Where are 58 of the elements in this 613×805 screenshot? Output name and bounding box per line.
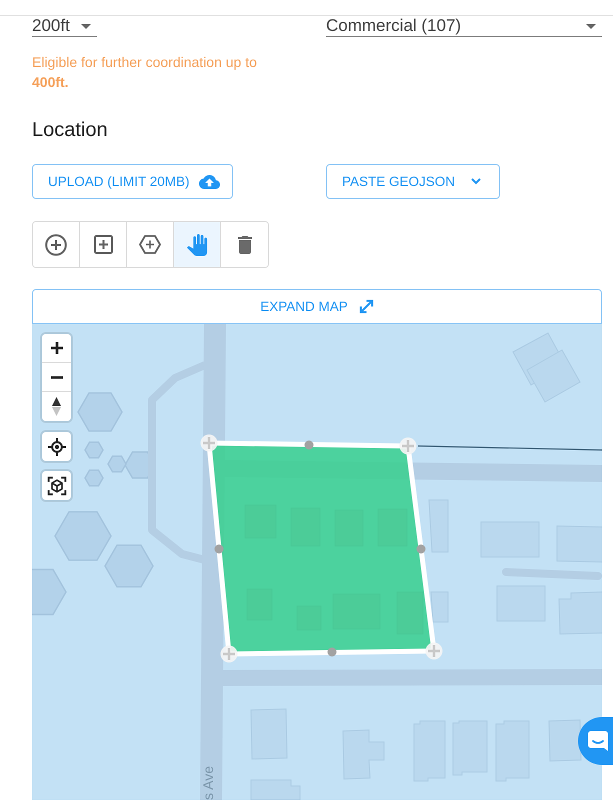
hexagon-tile xyxy=(77,392,123,432)
building-outline xyxy=(342,729,384,780)
drawn-area-polygon[interactable] xyxy=(206,440,436,656)
cube-icon xyxy=(46,476,66,496)
vertex-handle[interactable] xyxy=(400,438,416,454)
midpoint-handle[interactable] xyxy=(214,544,224,554)
pan-tool-button[interactable] xyxy=(174,222,221,267)
locate-icon xyxy=(48,438,66,456)
building-outline xyxy=(480,522,540,558)
building-outline xyxy=(496,720,530,782)
building-outline xyxy=(250,780,300,800)
building-outline xyxy=(430,592,448,622)
vertex-handle[interactable] xyxy=(426,642,442,660)
vertex-handle[interactable] xyxy=(220,646,238,662)
midpoint-handle[interactable] xyxy=(416,544,426,554)
building-outline xyxy=(250,708,288,760)
hand-icon xyxy=(186,232,208,256)
chevron-down-icon xyxy=(471,178,482,185)
point-tool-button[interactable] xyxy=(33,222,80,267)
dropdown-select[interactable]: Commercial (107) xyxy=(326,16,602,37)
trash-icon xyxy=(238,236,252,254)
eligibility-note: Eligible for further coordination up to 400ft. xyxy=(32,53,258,92)
compass-icon xyxy=(52,397,61,416)
paste-geojson-button[interactable]: PASTE GEOJSON xyxy=(326,164,500,199)
hexagon-tile xyxy=(54,511,112,561)
building-outline xyxy=(526,349,581,403)
vertex-handle[interactable] xyxy=(200,434,218,452)
hexagon-tile xyxy=(107,456,127,472)
expand-map-button[interactable]: EXPAND MAP xyxy=(32,289,602,324)
hexagon-tile xyxy=(84,442,104,458)
hexagon-tile xyxy=(32,568,67,616)
midpoint-handle[interactable] xyxy=(328,648,336,656)
dropdown-select[interactable]: 200ft xyxy=(32,16,97,37)
building-outline xyxy=(428,500,448,552)
minus-icon xyxy=(50,376,62,378)
building-outline xyxy=(548,719,582,762)
caret-icon xyxy=(586,24,596,28)
square-plus-icon xyxy=(94,235,112,254)
chat-icon xyxy=(587,730,609,752)
zoom-in-button[interactable] xyxy=(42,334,71,363)
building-outline xyxy=(496,586,546,622)
hexagon-tile xyxy=(104,544,154,588)
caret-icon xyxy=(81,24,91,28)
building-outline xyxy=(558,591,602,635)
building-outline xyxy=(556,525,602,563)
hexagon-plus-icon xyxy=(139,235,161,254)
building-outline xyxy=(452,720,488,776)
cloud-upload-icon xyxy=(198,174,220,188)
locate-button[interactable] xyxy=(42,432,71,461)
3d-view-button[interactable] xyxy=(42,471,71,500)
building-outline xyxy=(414,720,446,782)
upload-button[interactable]: UPLOAD (LIMIT 20MB) xyxy=(32,164,233,199)
expand-arrows-icon xyxy=(358,299,374,314)
section-title: Location xyxy=(32,118,108,142)
plus-icon xyxy=(50,342,62,354)
hexagon-tile xyxy=(84,470,104,486)
midpoint-handle[interactable] xyxy=(304,440,314,450)
circle-plus-icon xyxy=(45,234,67,256)
